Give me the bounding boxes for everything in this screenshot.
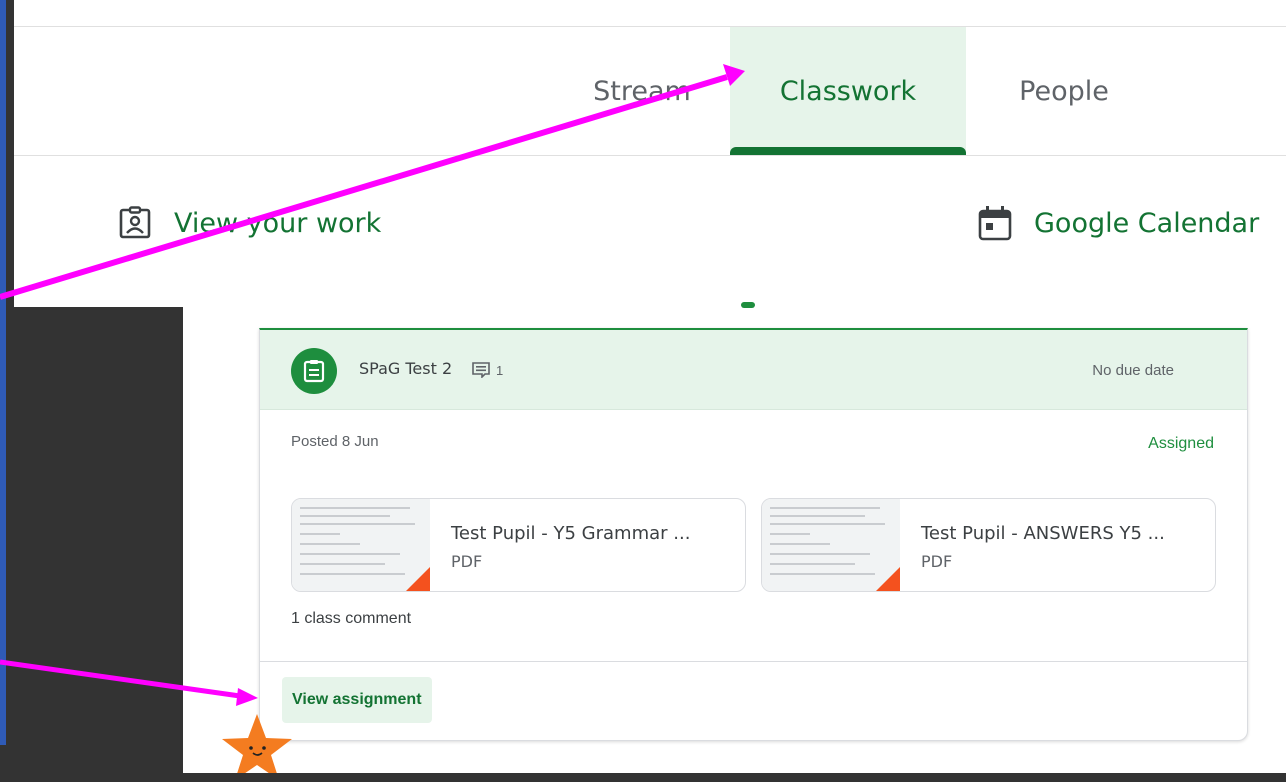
topic-indicator xyxy=(741,302,755,308)
assignment-title: SPaG Test 2 xyxy=(359,359,453,378)
pdf-thumbnail xyxy=(762,499,900,591)
divider xyxy=(260,661,1247,662)
tab-stream-label: Stream xyxy=(593,75,691,107)
posted-date: Posted 8 Jun xyxy=(291,433,379,450)
assignment-ind-icon xyxy=(116,204,154,242)
comment-icon xyxy=(472,362,490,383)
window-edge xyxy=(0,0,6,745)
status-badge: Assigned xyxy=(1148,435,1214,452)
pdf-thumbnail xyxy=(292,499,430,591)
google-calendar-link[interactable]: Google Calendar xyxy=(976,195,1259,251)
assignment-header[interactable]: SPaG Test 2 1 No due date xyxy=(260,330,1247,410)
tab-people-label: People xyxy=(1019,75,1109,107)
attachment-card[interactable]: Test Pupil - Y5 Grammar ... PDF xyxy=(291,498,746,592)
class-tabs: Stream Classwork People xyxy=(14,27,1286,156)
active-tab-indicator xyxy=(730,147,966,155)
tab-classwork[interactable]: Classwork xyxy=(730,27,966,155)
pdf-corner-icon xyxy=(406,567,430,591)
due-date: No due date xyxy=(1092,362,1174,379)
attachment-card[interactable]: Test Pupil - ANSWERS Y5 ... PDF xyxy=(761,498,1216,592)
tab-classwork-label: Classwork xyxy=(779,75,917,107)
view-your-work-label: View your work xyxy=(174,207,382,239)
google-calendar-label: Google Calendar xyxy=(1034,207,1260,239)
attachment-type: PDF xyxy=(921,552,953,571)
top-bar xyxy=(14,0,1286,27)
star-sticker xyxy=(222,714,292,780)
view-assignment-button[interactable]: View assignment xyxy=(282,677,432,723)
attachment-title: Test Pupil - ANSWERS Y5 ... xyxy=(921,523,1165,544)
pdf-corner-icon xyxy=(876,567,900,591)
tab-people[interactable]: People xyxy=(974,27,1154,155)
attachment-type: PDF xyxy=(451,552,483,571)
tab-stream[interactable]: Stream xyxy=(562,27,722,155)
comment-count: 1 xyxy=(496,363,504,378)
assignment-icon xyxy=(291,348,337,394)
class-comment-link[interactable]: 1 class comment xyxy=(291,610,411,628)
assignment-card: SPaG Test 2 1 No due date Posted 8 Jun A… xyxy=(259,328,1248,741)
view-your-work-link[interactable]: View your work xyxy=(116,195,381,251)
calendar-icon xyxy=(976,204,1014,242)
bottom-strip xyxy=(0,773,1286,781)
attachment-title: Test Pupil - Y5 Grammar ... xyxy=(451,523,691,544)
